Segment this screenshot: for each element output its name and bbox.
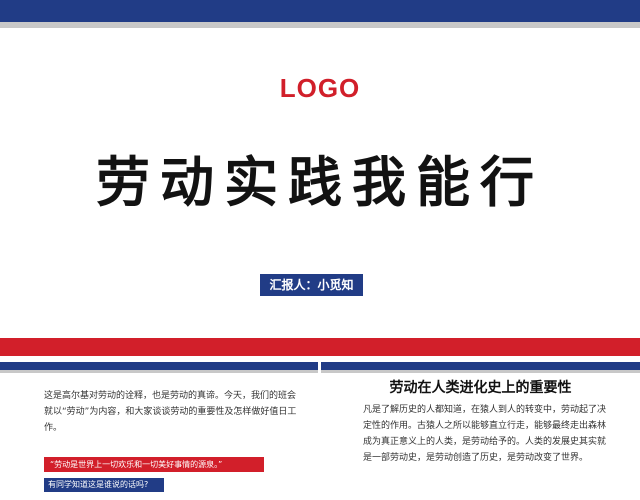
bottom-red-band <box>0 338 640 356</box>
top-blue-band <box>0 0 640 22</box>
mini-top-blue-band <box>0 362 318 370</box>
quote-banner: “劳动是世界上一切欢乐和一切美好事情的源泉。” <box>44 457 264 472</box>
intro-paragraph: 这是高尔基对劳动的诠释，也是劳动的真谛。今天，我们的班会就以“劳动”为内容，和大… <box>44 391 297 433</box>
presenter-badge: 汇报人：小觅知 <box>260 274 363 296</box>
importance-slide-thumbnail[interactable]: 劳动在人类进化史上的重要性 凡是了解历史的人都知道，在猿人到人的转变中，劳动起了… <box>321 362 640 500</box>
history-paragraph: 凡是了解历史的人都知道，在猿人到人的转变中，劳动起了决定性的作用。古猿人之所以能… <box>363 405 607 463</box>
mini-top-blue-band <box>321 362 640 370</box>
title-slide: LOGO 劳动实践我能行 汇报人：小觅知 <box>0 0 640 356</box>
top-gray-band <box>0 22 640 28</box>
mini-top-gray-band <box>321 370 640 373</box>
intro-slide-thumbnail[interactable]: 这是高尔基对劳动的诠释，也是劳动的真谛。今天，我们的班会就以“劳动”为内容，和大… <box>0 362 318 500</box>
mini-top-gray-band <box>0 370 318 373</box>
question-banner: 有同学知道这是谁说的话吗? <box>44 478 164 492</box>
logo-text: LOGO <box>279 73 361 103</box>
slide-heading: 劳动在人类进化史上的重要性 <box>389 380 572 396</box>
slide-title: 劳动实践我能行 <box>96 151 544 214</box>
